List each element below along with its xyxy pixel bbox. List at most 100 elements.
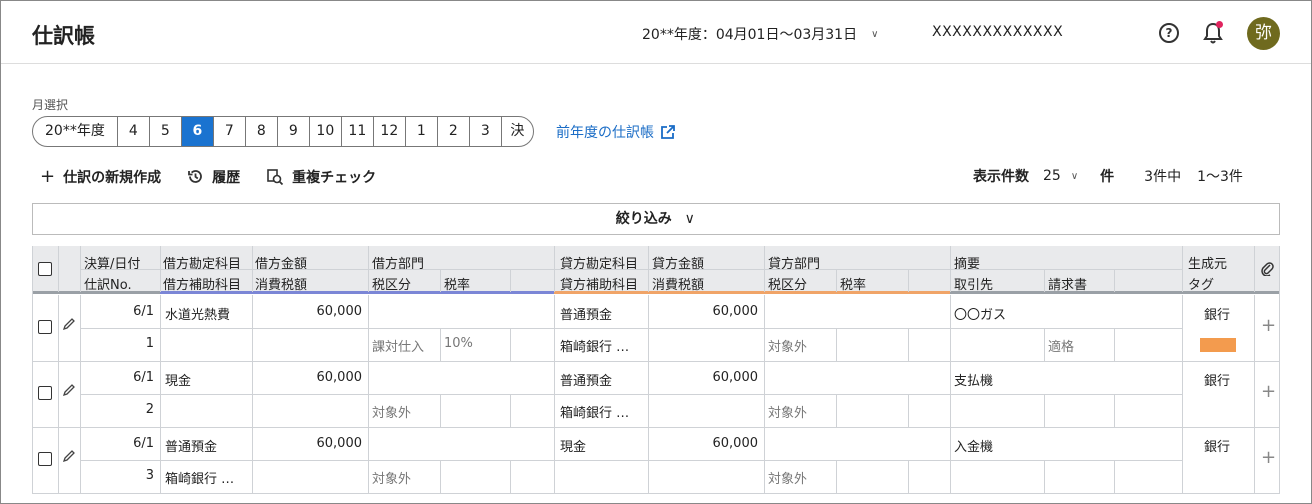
row-mid-divider xyxy=(80,460,1182,461)
row-divider xyxy=(648,295,649,361)
month-tab[interactable]: 2 xyxy=(436,117,469,146)
history-label: 履歴 xyxy=(212,169,241,186)
edit-pencil-icon[interactable] xyxy=(62,317,76,335)
month-selector: 20**年度 4 5 6 7 8 9 10 11 12 1 2 3 決 xyxy=(32,116,534,147)
row-entry-no: 3 xyxy=(145,468,154,483)
header-credit-sub: 貸方補助科目 xyxy=(560,278,639,293)
row-entry-no: 1 xyxy=(145,336,154,351)
row-summary: 〇〇ガス xyxy=(954,308,1007,323)
month-tab[interactable]: 11 xyxy=(340,117,373,146)
notification-bell-icon[interactable] xyxy=(1201,21,1225,45)
edit-pencil-icon[interactable] xyxy=(62,449,76,467)
month-tab[interactable]: 10 xyxy=(308,117,341,146)
display-count-select[interactable]: 25 ∨ xyxy=(1043,168,1078,184)
history-button[interactable]: 履歴 xyxy=(187,167,240,187)
header-invoice: 請求書 xyxy=(1048,278,1088,293)
row-divider xyxy=(368,427,369,493)
header-divider xyxy=(440,269,441,292)
row-divider xyxy=(160,427,161,493)
month-tab[interactable]: 3 xyxy=(468,117,501,146)
row-divider xyxy=(764,295,765,361)
add-attachment-plus-icon[interactable]: + xyxy=(1261,315,1276,336)
row-credit-sub: 箱崎銀行 … xyxy=(560,406,630,421)
duplicate-check-button[interactable]: 重複チェック xyxy=(266,167,376,187)
row-divider xyxy=(440,460,441,493)
external-link-icon xyxy=(661,125,675,139)
month-tab[interactable]: 1 xyxy=(404,117,437,146)
help-icon[interactable]: ? xyxy=(1157,21,1181,45)
row-entry-no: 2 xyxy=(145,402,154,417)
month-tab[interactable]: 決 xyxy=(500,117,533,146)
row-checkbox[interactable] xyxy=(38,320,52,334)
row-credit-account: 普通預金 xyxy=(560,308,613,323)
row-divider xyxy=(1044,394,1045,427)
page-range: 1〜3件 xyxy=(1197,169,1243,185)
row-divider xyxy=(440,328,441,361)
edit-pencil-icon[interactable] xyxy=(62,383,76,401)
header-debit-sub: 借方補助科目 xyxy=(163,278,242,293)
history-icon xyxy=(188,170,202,183)
row-divider xyxy=(908,460,909,493)
previous-year-link-label: 前年度の仕訳帳 xyxy=(556,125,654,141)
row-divider xyxy=(32,361,1280,362)
company-name[interactable]: XXXXXXXXXXXXX xyxy=(932,24,1063,40)
row-divider xyxy=(32,427,1280,428)
header-divider xyxy=(58,246,59,292)
row-checkbox[interactable] xyxy=(38,452,52,466)
header-underline xyxy=(950,291,1280,294)
fiscal-period-label: 20**年度：04月01日〜03月31日 xyxy=(642,27,858,43)
row-divider xyxy=(764,427,765,493)
filter-toggle[interactable]: 絞り込み ∨ xyxy=(32,203,1280,235)
row-divider xyxy=(908,394,909,427)
chevron-down-icon: ∨ xyxy=(871,28,879,40)
fiscal-period-select[interactable]: 20**年度：04月01日〜03月31日 ∨ xyxy=(642,24,878,44)
row-debit-amount: 60,000 xyxy=(316,304,363,319)
row-divider xyxy=(554,361,555,427)
month-tab[interactable]: 5 xyxy=(148,117,181,146)
row-checkbox[interactable] xyxy=(38,386,52,400)
header-divider xyxy=(510,269,511,292)
row-debit-tax-class: 課対仕入 xyxy=(372,340,425,355)
month-tab[interactable]: 20**年度 xyxy=(33,117,117,146)
month-tab[interactable]: 9 xyxy=(276,117,309,146)
header-divider xyxy=(1114,269,1115,292)
header-source: 生成元 xyxy=(1188,257,1228,272)
previous-year-journal-link[interactable]: 前年度の仕訳帳 xyxy=(556,122,676,142)
row-divider xyxy=(1114,328,1115,361)
row-credit-tax-class: 対象外 xyxy=(768,406,808,421)
row-divider xyxy=(510,394,511,427)
display-count-label: 表示件数 xyxy=(973,169,1029,185)
row-credit-amount: 60,000 xyxy=(712,370,759,385)
row-divider xyxy=(32,493,1280,494)
row-debit-account: 水道光熱費 xyxy=(165,308,231,323)
add-attachment-plus-icon[interactable]: + xyxy=(1261,381,1276,402)
row-divider xyxy=(836,328,837,361)
row-debit-sub: 箱崎銀行 … xyxy=(165,472,235,487)
row-debit-account: 現金 xyxy=(165,374,192,389)
add-attachment-plus-icon[interactable]: + xyxy=(1261,447,1276,468)
table-border xyxy=(1279,246,1280,493)
month-tab[interactable]: 12 xyxy=(372,117,405,146)
notification-badge xyxy=(1216,21,1223,28)
avatar[interactable]: 弥 xyxy=(1247,17,1280,50)
new-entry-button[interactable]: + 仕訳の新規作成 xyxy=(40,166,161,187)
header-debit-tax: 消費税額 xyxy=(255,278,308,293)
header-divider xyxy=(908,269,909,292)
row-divider xyxy=(80,361,81,427)
month-select-label: 月選択 xyxy=(32,98,69,112)
row-mid-divider xyxy=(80,328,1182,329)
month-tab[interactable]: 7 xyxy=(212,117,245,146)
row-source: 銀行 xyxy=(1204,308,1231,323)
select-all-checkbox[interactable] xyxy=(38,262,52,276)
row-divider xyxy=(554,295,555,361)
row-debit-amount: 60,000 xyxy=(316,370,363,385)
row-tag-swatch[interactable] xyxy=(1200,338,1236,352)
row-divider xyxy=(160,361,161,427)
pagination: 表示件数 25 ∨ 件 3件中 1〜3件 xyxy=(973,166,1243,186)
page-title: 仕訳帳 xyxy=(32,24,95,48)
header-partner: 取引先 xyxy=(954,278,994,293)
month-tab[interactable]: 4 xyxy=(116,117,149,146)
row-divider xyxy=(1044,460,1045,493)
month-tab[interactable]: 6 xyxy=(180,117,213,146)
month-tab[interactable]: 8 xyxy=(244,117,277,146)
